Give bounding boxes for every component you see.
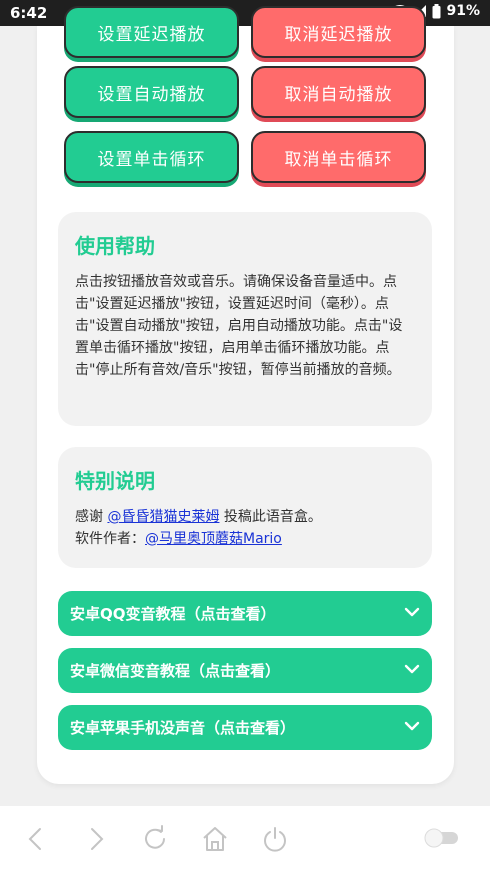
chevron-down-icon — [404, 661, 420, 681]
back-icon[interactable] — [20, 823, 52, 855]
home-icon[interactable] — [199, 823, 231, 855]
web-content: 设置延迟播放 取消延迟播放 设置自动播放 取消自动播放 设置单击循环 取消单击循… — [0, 6, 490, 806]
special-box: 特别说明 感谢 @昏昏猎猫史莱姆 投稿此语音盒。 软件作者：@马里奥顶蘑菇Mar… — [58, 447, 432, 568]
battery-icon — [432, 3, 441, 19]
toggle-switch[interactable] — [424, 828, 460, 848]
cancel-autoplay-button[interactable]: 取消自动播放 — [251, 66, 426, 118]
bottom-nav-bar — [0, 806, 490, 871]
author-link[interactable]: @马里奥顶蘑菇Mario — [145, 531, 282, 547]
power-icon[interactable] — [259, 823, 291, 855]
set-autoplay-button[interactable]: 设置自动播放 — [64, 66, 239, 118]
author-prefix: 软件作者： — [75, 531, 145, 547]
special-title: 特别说明 — [75, 469, 155, 493]
help-box: 使用帮助 点击按钮播放音效或音乐。请确保设备音量适中。点击"设置延迟播放"按钮，… — [58, 212, 432, 426]
accordion-no-sound[interactable]: 安卓苹果手机没声音（点击查看） — [58, 705, 432, 750]
author-line: 软件作者：@马里奥顶蘑菇Mario — [75, 528, 415, 550]
accordion-label: 安卓微信变音教程（点击查看） — [70, 662, 281, 680]
chevron-down-icon — [404, 718, 420, 738]
thanks-suffix: 投稿此语音盒。 — [219, 509, 322, 525]
status-time: 6:42 — [10, 4, 48, 22]
thanks-line: 感谢 @昏昏猎猫史莱姆 投稿此语音盒。 — [75, 506, 415, 528]
help-title: 使用帮助 — [75, 234, 155, 258]
battery-percent: 91% — [446, 3, 480, 19]
set-loop-button[interactable]: 设置单击循环 — [64, 131, 239, 183]
accordion-wechat-voice[interactable]: 安卓微信变音教程（点击查看） — [58, 648, 432, 693]
accordion-qq-voice[interactable]: 安卓QQ变音教程（点击查看） — [58, 591, 432, 636]
refresh-icon[interactable] — [139, 823, 171, 855]
set-delay-button[interactable]: 设置延迟播放 — [64, 6, 239, 58]
help-text: 点击按钮播放音效或音乐。请确保设备音量适中。点击"设置延迟播放"按钮，设置延迟时… — [75, 274, 403, 378]
forward-icon[interactable] — [80, 823, 112, 855]
chevron-down-icon — [404, 604, 420, 624]
thanks-prefix: 感谢 — [75, 509, 103, 525]
contributor-link[interactable]: @昏昏猎猫史莱姆 — [107, 509, 219, 525]
accordion-label: 安卓QQ变音教程（点击查看） — [70, 605, 276, 623]
cancel-delay-button[interactable]: 取消延迟播放 — [251, 6, 426, 58]
accordion-label: 安卓苹果手机没声音（点击查看） — [70, 719, 296, 737]
cancel-loop-button[interactable]: 取消单击循环 — [251, 131, 426, 183]
